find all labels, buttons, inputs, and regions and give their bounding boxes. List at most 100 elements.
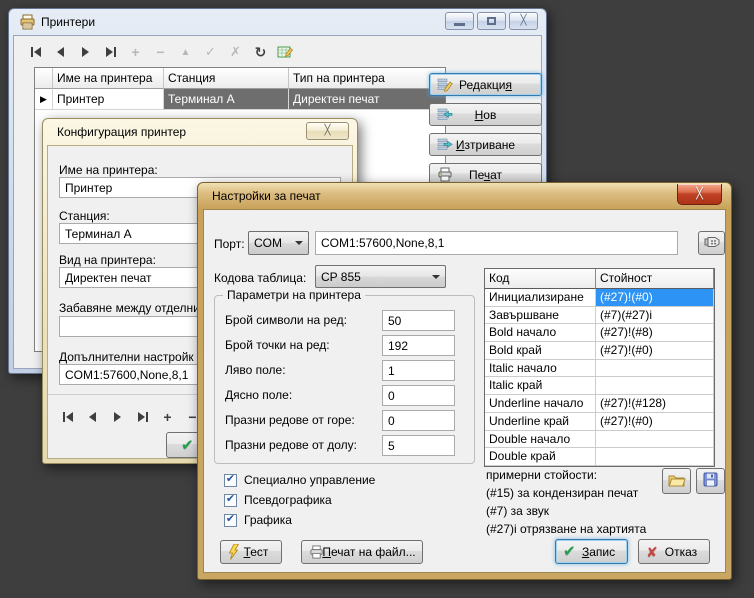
- chars-per-line-label: Брой символи на ред:: [225, 313, 347, 327]
- grid-edit-icon[interactable]: [273, 42, 298, 62]
- cell-printer-name[interactable]: Принтер: [53, 89, 164, 110]
- cell-printer-type[interactable]: Директен печат: [289, 89, 445, 110]
- port-combo-value: COM: [254, 236, 282, 250]
- port-combo[interactable]: COM: [248, 231, 309, 255]
- code-cell[interactable]: Underline край: [485, 413, 596, 431]
- config-window-titlebar[interactable]: Конфигурация принтер ╳: [43, 119, 357, 145]
- code-cell[interactable]: Bold край: [485, 342, 596, 360]
- print-to-file-button[interactable]: Печат на файл...: [301, 540, 423, 564]
- nav-next-icon[interactable]: [105, 407, 130, 427]
- code-cell[interactable]: Завършване: [485, 307, 596, 325]
- value-cell[interactable]: (#7)(#27)i: [596, 307, 714, 325]
- blank-lines-bottom-field[interactable]: 5: [382, 435, 455, 456]
- print-settings-dialog: Настройки за печат ╳ Порт: COM COM1:5760…: [197, 182, 732, 580]
- load-from-file-button[interactable]: [662, 468, 691, 494]
- codes-table[interactable]: Код Стойност Инициализиране(#27)!(#0) За…: [484, 268, 715, 467]
- value-cell[interactable]: (#27)!(#128): [596, 395, 714, 413]
- table-row[interactable]: Underline начало(#27)!(#128): [485, 395, 714, 413]
- port-setup-button[interactable]: [698, 231, 725, 255]
- code-cell[interactable]: Инициализиране: [485, 289, 596, 307]
- print-settings-titlebar[interactable]: Настройки за печат ╳: [198, 183, 731, 209]
- value-cell[interactable]: [596, 448, 714, 466]
- value-cell-selected[interactable]: (#27)!(#0): [596, 289, 714, 307]
- code-cell[interactable]: Italic край: [485, 377, 596, 395]
- pseudographics-label: Псевдографика: [244, 493, 332, 507]
- nav-first-icon[interactable]: [23, 42, 48, 62]
- extra-settings-label: Допълнителни настройк: [59, 350, 194, 364]
- codepage-combo-value: CP 855: [321, 270, 361, 284]
- nav-insert-icon[interactable]: +: [155, 407, 180, 427]
- nav-prior-icon[interactable]: [80, 407, 105, 427]
- special-control-checkbox[interactable]: ✔ Специално управление: [224, 472, 375, 488]
- save-button-label: Запис: [582, 545, 615, 559]
- x-icon: ✘: [646, 545, 658, 559]
- grid-header-marker: [35, 68, 53, 89]
- table-row[interactable]: Italic край: [485, 377, 714, 395]
- nav-next-icon[interactable]: [73, 42, 98, 62]
- check-icon: ✔: [563, 544, 576, 559]
- config-close-button[interactable]: ╳: [306, 122, 349, 140]
- table-row[interactable]: Underline край(#27)!(#0): [485, 413, 714, 431]
- codes-header-value: Стойност: [596, 269, 714, 289]
- new-record-button[interactable]: Нов: [429, 103, 542, 126]
- minimize-button[interactable]: [445, 12, 474, 30]
- desktop: Принтери ╳ + − ▲ ✓ ✗ ↻: [0, 0, 754, 598]
- save-button[interactable]: ✔ Запис: [555, 539, 628, 564]
- value-cell[interactable]: [596, 377, 714, 395]
- nav-prior-icon[interactable]: [48, 42, 73, 62]
- cancel-button[interactable]: ✘ Отказ: [638, 539, 710, 564]
- nav-refresh-icon[interactable]: ↻: [248, 42, 273, 62]
- dots-per-line-field[interactable]: 192: [382, 335, 455, 356]
- table-row[interactable]: Double край: [485, 448, 714, 466]
- cell-station[interactable]: Терминал А: [164, 89, 289, 110]
- printer-name-label: Име на принтера:: [59, 163, 158, 177]
- delete-record-button[interactable]: Изтриване: [429, 133, 542, 156]
- nav-edit-icon: ▲: [173, 42, 198, 62]
- table-row[interactable]: Italic начало: [485, 360, 714, 378]
- code-cell[interactable]: Underline начало: [485, 395, 596, 413]
- graphics-checkbox[interactable]: ✔ Графика: [224, 512, 292, 528]
- value-cell[interactable]: (#27)!(#0): [596, 413, 714, 431]
- nav-first-icon[interactable]: [55, 407, 80, 427]
- left-margin-field[interactable]: 1: [382, 360, 455, 381]
- code-cell[interactable]: Bold начало: [485, 324, 596, 342]
- print-to-file-label: Печат на файл...: [322, 545, 415, 559]
- right-margin-field[interactable]: 0: [382, 385, 455, 406]
- station-label: Станция:: [59, 209, 110, 223]
- maximize-button[interactable]: [477, 12, 506, 30]
- table-row[interactable]: Завършване(#7)(#27)i: [485, 307, 714, 325]
- dialog-close-button[interactable]: ╳: [677, 184, 722, 205]
- value-cell[interactable]: [596, 431, 714, 449]
- codepage-combo[interactable]: CP 855: [315, 265, 446, 288]
- code-cell[interactable]: Italic начало: [485, 360, 596, 378]
- port-string-field[interactable]: COM1:57600,None,8,1: [315, 231, 678, 255]
- table-row[interactable]: ▶ Принтер Терминал А Директен печат: [35, 89, 445, 110]
- table-row[interactable]: Bold начало(#27)!(#8): [485, 324, 714, 342]
- printers-window-title: Принтери: [41, 15, 95, 29]
- printers-window-titlebar[interactable]: Принтери ╳: [9, 9, 546, 35]
- chars-per-line-field[interactable]: 50: [382, 310, 455, 331]
- table-row[interactable]: Bold край(#27)!(#0): [485, 342, 714, 360]
- close-button[interactable]: ╳: [509, 12, 538, 30]
- nav-last-icon[interactable]: [98, 42, 123, 62]
- value-cell[interactable]: (#27)!(#0): [596, 342, 714, 360]
- test-button[interactable]: Тест: [220, 540, 282, 564]
- floppy-save-icon: [703, 472, 718, 490]
- code-cell[interactable]: Double край: [485, 448, 596, 466]
- value-cell[interactable]: (#27)!(#8): [596, 324, 714, 342]
- blank-lines-top-field[interactable]: 0: [382, 410, 455, 431]
- table-row[interactable]: Инициализиране(#27)!(#0): [485, 289, 714, 307]
- dots-per-line-label: Брой точки на ред:: [225, 338, 330, 352]
- edit-record-button[interactable]: Редакция: [429, 73, 542, 96]
- table-row[interactable]: Double начало: [485, 431, 714, 449]
- save-to-file-button[interactable]: [696, 468, 725, 494]
- nav-last-icon[interactable]: [130, 407, 155, 427]
- port-label: Порт:: [214, 237, 245, 251]
- print-button-label: Печат: [469, 168, 502, 182]
- db-navigator: + − ▲ ✓ ✗ ↻: [23, 42, 298, 62]
- pseudographics-checkbox[interactable]: ✔ Псевдографика: [224, 492, 332, 508]
- grid-header-station: Станция: [164, 68, 289, 89]
- code-cell[interactable]: Double начало: [485, 431, 596, 449]
- value-cell[interactable]: [596, 360, 714, 378]
- close-icon: ╳: [324, 126, 330, 136]
